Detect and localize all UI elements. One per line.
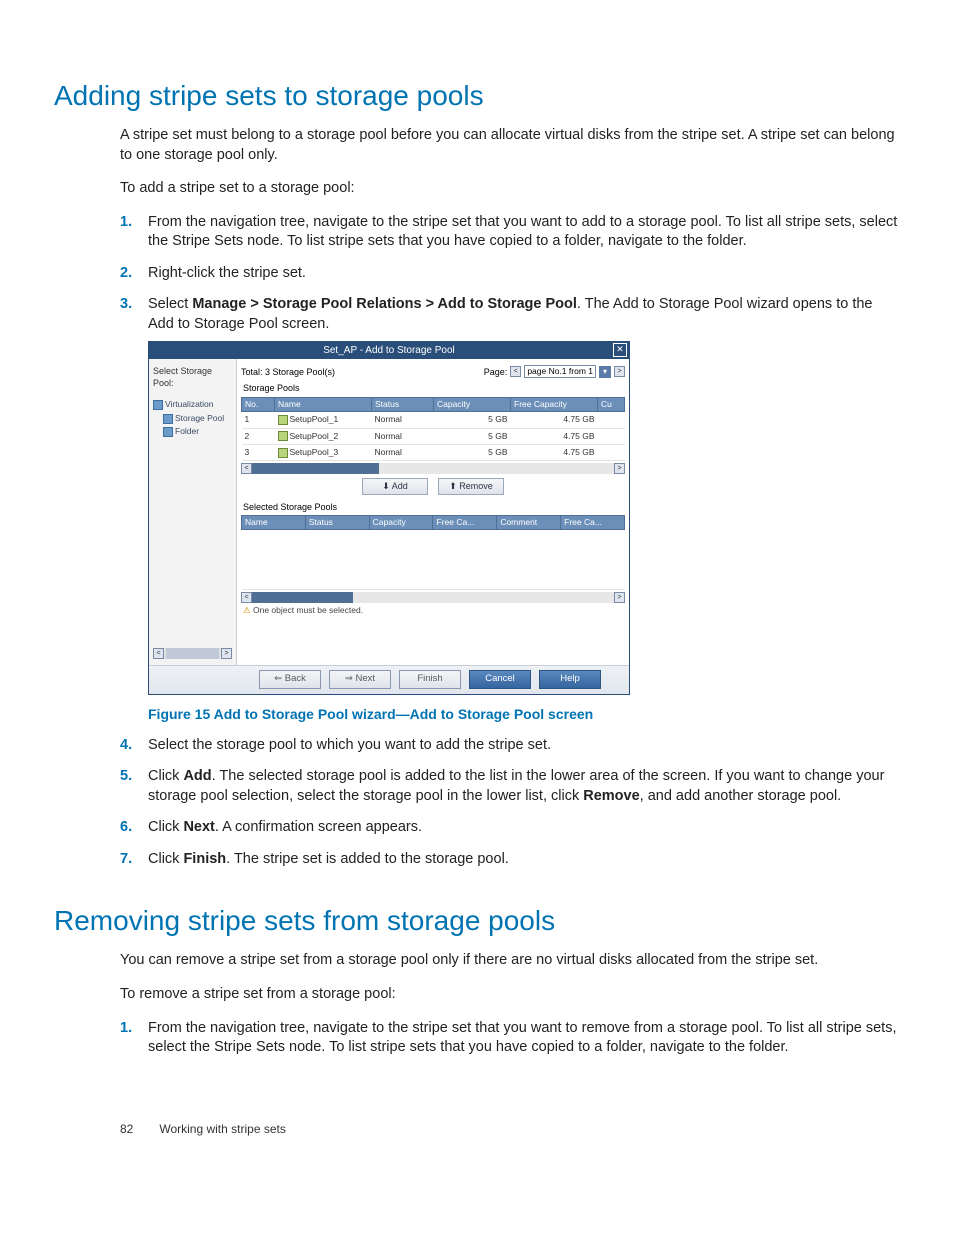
table-row[interactable]: 2 SetupPool_2 Normal 5 GB 4.75 GB (242, 428, 625, 444)
step-4: Select the storage pool to which you wan… (148, 736, 900, 756)
steps-adding: From the navigation tree, navigate to th… (120, 213, 900, 870)
heading-adding: Adding stripe sets to storage pools (54, 80, 900, 112)
para-intro1: A stripe set must belong to a storage po… (120, 126, 900, 165)
storage-pools-table: No. Name Status Capacity Free Capacity C… (241, 397, 625, 462)
remove-button[interactable]: ⬆ Remove (438, 478, 504, 494)
page-select[interactable]: page No.1 from 1 (524, 365, 596, 378)
scroll-left-icon[interactable]: < (153, 648, 164, 659)
scroll-left-icon[interactable]: < (241, 592, 252, 603)
left-header: Select Storage Pool: (153, 365, 232, 389)
step-7: Click Finish. The stripe set is added to… (148, 850, 900, 870)
page-footer: 82 Working with stripe sets (54, 1122, 900, 1136)
selected-pools-table: Name Status Capacity Free Ca... Comment … (241, 515, 625, 590)
tree-icon (163, 427, 173, 437)
scroll-left-icon[interactable]: < (241, 463, 252, 474)
step3-bold: Manage > Storage Pool Relations > Add to… (192, 296, 577, 312)
wizard-footer: ⇐ Back ⇒ Next Finish Cancel Help (149, 665, 629, 694)
table1-label: Storage Pools (243, 382, 625, 394)
tree-icon (163, 414, 173, 424)
tree-storage-pool[interactable]: Storage Pool (153, 413, 232, 424)
col2-status[interactable]: Status (305, 515, 369, 529)
pool-icon (278, 448, 288, 458)
table2-label: Selected Storage Pools (243, 501, 625, 513)
para-remove2: To remove a stripe set from a storage po… (120, 985, 900, 1005)
col2-comment[interactable]: Comment (497, 515, 561, 529)
table-row[interactable]: 3 SetupPool_3 Normal 5 GB 4.75 GB (242, 445, 625, 461)
step-2: Right-click the stripe set. (148, 264, 900, 284)
scroll-right-icon[interactable]: > (614, 463, 625, 474)
col2-name[interactable]: Name (242, 515, 306, 529)
para-remove1: You can remove a stripe set from a stora… (120, 951, 900, 971)
scroll-right-icon[interactable]: > (614, 592, 625, 603)
wizard-title: Set_AP - Add to Storage Pool (323, 345, 455, 356)
table1-scrollbar[interactable]: < > (241, 463, 625, 474)
tree-virtualization[interactable]: Virtualization (153, 399, 232, 410)
col2-free[interactable]: Free Ca... (433, 515, 497, 529)
finish-button[interactable]: Finish (399, 670, 461, 689)
col2-free2[interactable]: Free Ca... (561, 515, 625, 529)
col-free[interactable]: Free Capacity (511, 397, 598, 411)
back-button[interactable]: ⇐ Back (259, 670, 321, 689)
close-icon[interactable]: ✕ (613, 343, 627, 357)
chapter-title: Working with stripe sets (159, 1122, 286, 1136)
cancel-button[interactable]: Cancel (469, 670, 531, 689)
next-button[interactable]: ⇒ Next (329, 670, 391, 689)
step3-head: Select (148, 296, 192, 312)
pool-icon (278, 431, 288, 441)
col-no[interactable]: No. (242, 397, 275, 411)
figure-caption: Figure 15 Add to Storage Pool wizard—Add… (148, 705, 900, 724)
wizard-right-pane: Total: 3 Storage Pool(s) Page: < page No… (237, 359, 629, 665)
wizard-dialog: Set_AP - Add to Storage Pool ✕ Select St… (148, 341, 630, 695)
page-prev-icon[interactable]: < (510, 366, 521, 377)
table2-scrollbar[interactable]: < > (241, 592, 625, 603)
step-3: Select Manage > Storage Pool Relations >… (148, 295, 900, 723)
step-r1: From the navigation tree, navigate to th… (148, 1019, 900, 1058)
tree-folder[interactable]: Folder (153, 426, 232, 437)
wizard-titlebar: Set_AP - Add to Storage Pool ✕ (149, 342, 629, 360)
wizard-left-pane: Select Storage Pool: Virtualization Stor… (149, 359, 237, 665)
col-cap[interactable]: Capacity (434, 397, 511, 411)
table-row[interactable]: 1 SetupPool_1 Normal 5 GB 4.75 GB (242, 412, 625, 428)
pool-icon (278, 415, 288, 425)
pool-total: Total: 3 Storage Pool(s) (241, 366, 335, 378)
heading-removing: Removing stripe sets from storage pools (54, 905, 900, 937)
help-button[interactable]: Help (539, 670, 601, 689)
warning-message: One object must be selected. (241, 603, 625, 620)
page-next-icon[interactable]: > (614, 366, 625, 377)
dropdown-icon[interactable]: ▾ (599, 366, 611, 378)
col-status[interactable]: Status (372, 397, 434, 411)
step-6: Click Next. A confirmation screen appear… (148, 818, 900, 838)
table-row (242, 530, 625, 590)
page-number: 82 (120, 1122, 156, 1136)
col2-cap[interactable]: Capacity (369, 515, 433, 529)
step-5: Click Add. The selected storage pool is … (148, 767, 900, 806)
tree-icon (153, 400, 163, 410)
col-cu[interactable]: Cu (598, 397, 625, 411)
para-intro2: To add a stripe set to a storage pool: (120, 179, 900, 199)
page-label: Page: (484, 366, 508, 378)
col-name[interactable]: Name (275, 397, 372, 411)
steps-removing: From the navigation tree, navigate to th… (120, 1019, 900, 1058)
step-1: From the navigation tree, navigate to th… (148, 213, 900, 252)
scroll-right-icon[interactable]: > (221, 648, 232, 659)
left-scrollbar[interactable]: < > (153, 648, 232, 659)
pager: Page: < page No.1 from 1 ▾ > (484, 365, 625, 378)
add-button[interactable]: ⬇ Add (362, 478, 428, 494)
